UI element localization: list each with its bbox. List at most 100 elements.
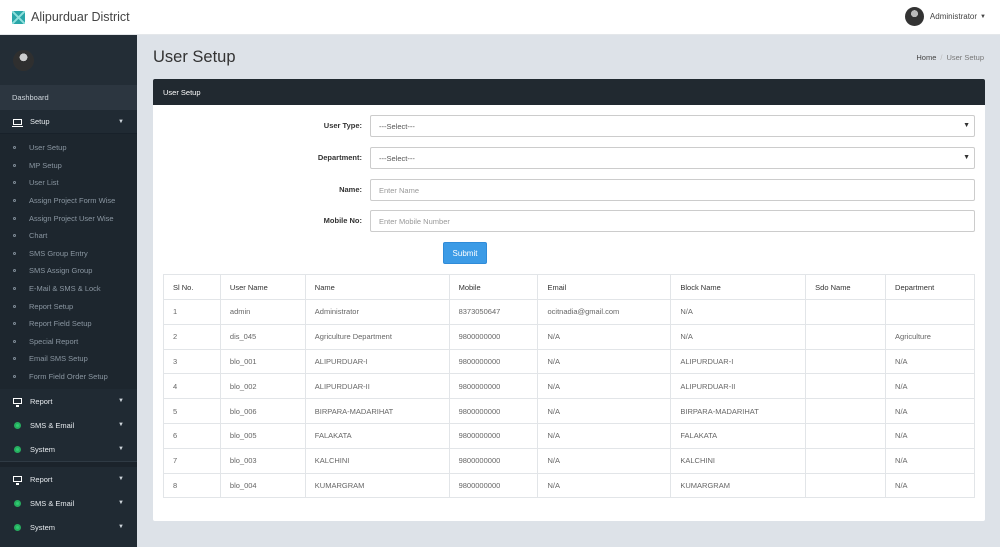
name-input[interactable]: [370, 179, 975, 201]
bullet-icon: [13, 181, 16, 185]
submenu-item-assign-project-user-wise[interactable]: Assign Project User Wise: [0, 209, 137, 227]
submenu-label: SMS Assign Group: [29, 266, 93, 276]
table-cell: dis_045: [219, 323, 306, 350]
table-cell: [805, 348, 887, 375]
mobile-input[interactable]: [370, 210, 975, 232]
submenu-item-special-report[interactable]: Special Report: [0, 333, 137, 351]
submenu-item-user-list[interactable]: User List: [0, 174, 137, 192]
submenu-item-email-sms-setup[interactable]: Email SMS Setup: [0, 350, 137, 368]
table-cell: 9800000000: [448, 422, 539, 449]
bullet-icon: [13, 304, 16, 308]
sidebar-item-report[interactable]: Report ▼: [0, 389, 137, 413]
table-cell: ALIPURDUAR-II: [670, 373, 807, 400]
submenu-item-sms-assign-group[interactable]: SMS Assign Group: [0, 262, 137, 280]
caret-down-icon: ▼: [118, 500, 124, 507]
table-cell: Agriculture Department: [304, 323, 450, 350]
sidebar-item-label: Report: [30, 396, 53, 406]
table-cell: N/A: [670, 323, 807, 350]
caret-down-icon: ▼: [118, 524, 124, 531]
user-type-value: ---Select---: [379, 121, 415, 131]
user-type-select[interactable]: ---Select--- ▼: [370, 115, 975, 137]
sidebar-item-report-2[interactable]: Report ▼: [0, 467, 137, 491]
brand[interactable]: Alipurduar District: [0, 10, 130, 24]
submenu-item-report-field-setup[interactable]: Report Field Setup: [0, 315, 137, 333]
sidebar: Dashboard Setup ▼ User Setup MP Setup Us…: [0, 35, 137, 547]
sidebar-item-sms-email-2[interactable]: SMS & Email ▼: [0, 491, 137, 515]
page-title: User Setup: [153, 48, 236, 66]
main-content: User Setup Home / User Setup User Setup Us…: [137, 35, 1000, 547]
caret-down-icon: ▼: [118, 446, 124, 453]
table-cell: blo_001: [219, 348, 306, 375]
table-cell: 6: [163, 422, 221, 449]
submenu-label: SMS Group Entry: [29, 248, 88, 258]
submenu-label: Assign Project Form Wise: [29, 196, 116, 206]
table-cell: [805, 299, 887, 325]
breadcrumb: Home / User Setup: [916, 53, 984, 62]
bullet-icon: [13, 339, 16, 343]
user-menu[interactable]: Administrator ▼: [904, 7, 986, 26]
submenu-label: User Setup: [29, 143, 67, 153]
table-cell: N/A: [885, 422, 975, 449]
submenu-item-report-setup[interactable]: Report Setup: [0, 297, 137, 315]
table-cell: N/A: [537, 398, 672, 424]
caret-down-icon: ▼: [118, 398, 124, 405]
sidebar-item-sms-email[interactable]: SMS & Email ▼: [0, 413, 137, 437]
user-type-label: User Type:: [323, 121, 362, 130]
caret-down-icon: ▼: [118, 422, 124, 429]
setup-submenu: User Setup MP Setup User List Assign Pro…: [0, 134, 137, 390]
table-cell: N/A: [537, 472, 672, 499]
submenu-item-form-field-order-setup[interactable]: Form Field Order Setup: [0, 368, 137, 386]
submenu-label: User List: [29, 178, 59, 188]
sidebar-item-dashboard[interactable]: Dashboard: [0, 85, 137, 110]
table-cell: ALIPURDUAR-I: [670, 348, 807, 375]
table-cell: 9800000000: [448, 472, 539, 499]
table-cell: KUMARGRAM: [670, 472, 807, 499]
submenu-item-mp-setup[interactable]: MP Setup: [0, 157, 137, 175]
table-cell: blo_005: [219, 422, 306, 449]
submenu-item-sms-group-entry[interactable]: SMS Group Entry: [0, 245, 137, 263]
caret-down-icon: ▼: [963, 122, 970, 129]
table-cell: N/A: [537, 373, 672, 400]
bullet-icon: [13, 251, 16, 255]
caret-down-icon: ▼: [980, 13, 986, 20]
submenu-item-user-setup[interactable]: User Setup: [0, 139, 137, 157]
table-cell: ALIPURDUAR-II: [304, 373, 450, 400]
table-cell: N/A: [670, 299, 807, 325]
table-cell: 8: [163, 472, 221, 499]
submenu-label: MP Setup: [29, 160, 62, 170]
department-select[interactable]: ---Select--- ▼: [370, 147, 975, 169]
table-cell: 4: [163, 373, 221, 400]
brand-logo-icon: [12, 10, 25, 24]
table-cell: 9800000000: [448, 323, 539, 350]
name-row: Name:: [153, 179, 985, 201]
breadcrumb-separator: /: [940, 53, 943, 62]
panel-title: User Setup: [153, 79, 985, 105]
sidebar-item-setup[interactable]: Setup ▼: [0, 110, 137, 134]
table-cell: FALAKATA: [670, 422, 807, 449]
table-cell: 3: [163, 348, 221, 375]
monitor-icon: [12, 475, 22, 486]
sidebar-item-label: System: [30, 444, 56, 454]
column-header: User Name: [219, 274, 306, 300]
bullet-icon: [13, 357, 16, 361]
table-cell: blo_002: [219, 373, 306, 400]
bullet-icon: [13, 322, 16, 326]
table-cell: [805, 447, 887, 474]
submenu-label: Form Field Order Setup: [29, 372, 108, 382]
table-cell: [885, 299, 975, 325]
submenu-item-chart[interactable]: Chart: [0, 227, 137, 245]
submenu-item-email-sms-lock[interactable]: E-Mail & SMS & Lock: [0, 280, 137, 298]
mobile-row: Mobile No:: [153, 210, 985, 232]
gear-icon: [12, 445, 22, 453]
submenu-item-assign-project-form-wise[interactable]: Assign Project Form Wise: [0, 192, 137, 210]
user-avatar: [904, 7, 924, 26]
department-label: Department:: [317, 153, 362, 162]
sidebar-item-system-2[interactable]: System ▼: [0, 515, 137, 539]
gear-icon: [12, 421, 22, 429]
sidebar-item-system[interactable]: System ▼: [0, 437, 137, 461]
table-row: 1 admin Administrator 8373050647 ocitnadia@g…: [163, 299, 975, 325]
breadcrumb-home[interactable]: Home: [916, 53, 936, 62]
table-cell: 7: [163, 447, 221, 474]
submit-button[interactable]: Submit: [443, 242, 487, 264]
column-header: Sdo Name: [805, 274, 887, 300]
